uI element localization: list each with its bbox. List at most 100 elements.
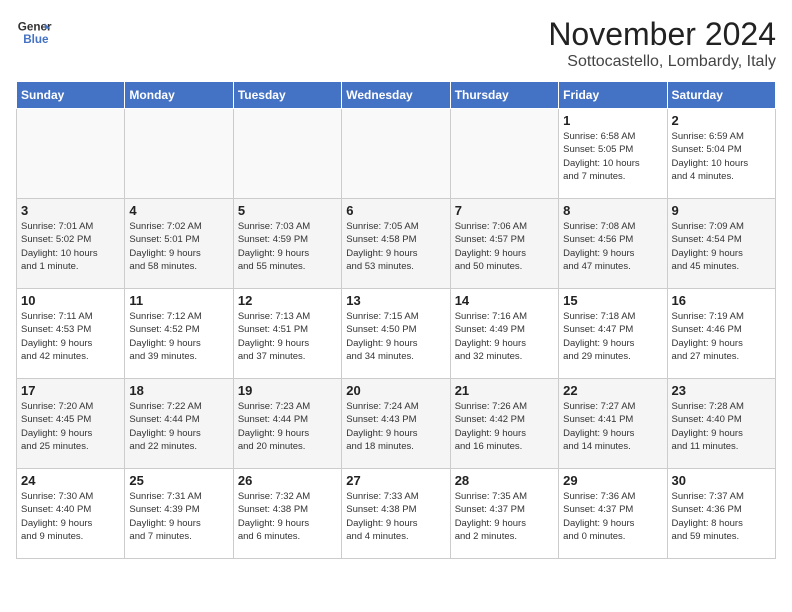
day-info: Sunrise: 7:23 AM Sunset: 4:44 PM Dayligh…: [238, 400, 337, 453]
day-number: 21: [455, 383, 554, 398]
day-info: Sunrise: 7:32 AM Sunset: 4:38 PM Dayligh…: [238, 490, 337, 543]
day-info: Sunrise: 7:02 AM Sunset: 5:01 PM Dayligh…: [129, 220, 228, 273]
calendar-cell: [233, 109, 341, 199]
day-info: Sunrise: 7:01 AM Sunset: 5:02 PM Dayligh…: [21, 220, 120, 273]
week-row-3: 17Sunrise: 7:20 AM Sunset: 4:45 PM Dayli…: [17, 379, 776, 469]
calendar-cell: 4 Sunrise: 7:02 AM Sunset: 5:01 PM Daylig…: [125, 199, 233, 289]
svg-text:Blue: Blue: [23, 33, 49, 46]
day-number: 29: [563, 473, 662, 488]
day-number: 5: [238, 203, 337, 218]
header: General Blue November 2024 Sottocastello…: [16, 16, 776, 71]
calendar-cell: [125, 109, 233, 199]
logo-icon: General Blue: [16, 16, 52, 52]
day-number: 20: [346, 383, 445, 398]
calendar-cell: 11 Sunrise: 7:12 AM Sunset: 4:52 PM Dayli…: [125, 289, 233, 379]
day-number: 8: [563, 203, 662, 218]
day-number: 10: [21, 293, 120, 308]
calendar-cell: 24Sunrise: 7:30 AM Sunset: 4:40 PM Dayli…: [17, 469, 125, 559]
day-info: Sunrise: 7:37 AM Sunset: 4:36 PM Dayligh…: [672, 490, 771, 543]
col-header-tuesday: Tuesday: [233, 82, 341, 109]
calendar-cell: 13 Sunrise: 7:15 AM Sunset: 4:50 PM Dayli…: [342, 289, 450, 379]
day-number: 13: [346, 293, 445, 308]
day-info: Sunrise: 7:33 AM Sunset: 4:38 PM Dayligh…: [346, 490, 445, 543]
day-number: 15: [563, 293, 662, 308]
day-number: 9: [672, 203, 771, 218]
day-info: Sunrise: 7:27 AM Sunset: 4:41 PM Dayligh…: [563, 400, 662, 453]
day-number: 4: [129, 203, 228, 218]
calendar-cell: 30 Sunrise: 7:37 AM Sunset: 4:36 PM Dayli…: [667, 469, 775, 559]
day-number: 2: [672, 113, 771, 128]
calendar-cell: [450, 109, 558, 199]
day-info: Sunrise: 7:18 AM Sunset: 4:47 PM Dayligh…: [563, 310, 662, 363]
calendar-cell: 17Sunrise: 7:20 AM Sunset: 4:45 PM Dayli…: [17, 379, 125, 469]
calendar-cell: 28Sunrise: 7:35 AM Sunset: 4:37 PM Dayli…: [450, 469, 558, 559]
calendar-cell: 19 Sunrise: 7:23 AM Sunset: 4:44 PM Dayli…: [233, 379, 341, 469]
calendar-cell: 1 Sunrise: 6:58 AM Sunset: 5:05 PM Daylig…: [559, 109, 667, 199]
day-number: 27: [346, 473, 445, 488]
calendar-cell: 5 Sunrise: 7:03 AM Sunset: 4:59 PM Daylig…: [233, 199, 341, 289]
day-number: 16: [672, 293, 771, 308]
day-number: 30: [672, 473, 771, 488]
calendar-cell: 6 Sunrise: 7:05 AM Sunset: 4:58 PM Daylig…: [342, 199, 450, 289]
day-info: Sunrise: 7:16 AM Sunset: 4:49 PM Dayligh…: [455, 310, 554, 363]
calendar-cell: 3 Sunrise: 7:01 AM Sunset: 5:02 PM Daylig…: [17, 199, 125, 289]
week-row-4: 24Sunrise: 7:30 AM Sunset: 4:40 PM Dayli…: [17, 469, 776, 559]
day-number: 18: [129, 383, 228, 398]
day-info: Sunrise: 7:35 AM Sunset: 4:37 PM Dayligh…: [455, 490, 554, 543]
calendar-cell: 20 Sunrise: 7:24 AM Sunset: 4:43 PM Dayli…: [342, 379, 450, 469]
day-info: Sunrise: 7:28 AM Sunset: 4:40 PM Dayligh…: [672, 400, 771, 453]
calendar-table: SundayMondayTuesdayWednesdayThursdayFrid…: [16, 81, 776, 559]
day-info: Sunrise: 7:30 AM Sunset: 4:40 PM Dayligh…: [21, 490, 120, 543]
day-info: Sunrise: 7:24 AM Sunset: 4:43 PM Dayligh…: [346, 400, 445, 453]
day-info: Sunrise: 7:03 AM Sunset: 4:59 PM Dayligh…: [238, 220, 337, 273]
calendar-cell: 2 Sunrise: 6:59 AM Sunset: 5:04 PM Daylig…: [667, 109, 775, 199]
calendar-cell: 29Sunrise: 7:36 AM Sunset: 4:37 PM Dayli…: [559, 469, 667, 559]
day-number: 26: [238, 473, 337, 488]
day-number: 19: [238, 383, 337, 398]
day-info: Sunrise: 7:06 AM Sunset: 4:57 PM Dayligh…: [455, 220, 554, 273]
calendar-cell: 22Sunrise: 7:27 AM Sunset: 4:41 PM Dayli…: [559, 379, 667, 469]
day-info: Sunrise: 7:08 AM Sunset: 4:56 PM Dayligh…: [563, 220, 662, 273]
header-row: SundayMondayTuesdayWednesdayThursdayFrid…: [17, 82, 776, 109]
col-header-saturday: Saturday: [667, 82, 775, 109]
day-number: 3: [21, 203, 120, 218]
day-number: 11: [129, 293, 228, 308]
logo: General Blue: [16, 16, 52, 52]
calendar-cell: 21Sunrise: 7:26 AM Sunset: 4:42 PM Dayli…: [450, 379, 558, 469]
day-info: Sunrise: 7:05 AM Sunset: 4:58 PM Dayligh…: [346, 220, 445, 273]
day-info: Sunrise: 6:58 AM Sunset: 5:05 PM Dayligh…: [563, 130, 662, 183]
day-number: 25: [129, 473, 228, 488]
day-number: 1: [563, 113, 662, 128]
day-number: 14: [455, 293, 554, 308]
calendar-cell: 14 Sunrise: 7:16 AM Sunset: 4:49 PM Dayli…: [450, 289, 558, 379]
day-number: 23: [672, 383, 771, 398]
week-row-2: 10Sunrise: 7:11 AM Sunset: 4:53 PM Dayli…: [17, 289, 776, 379]
day-info: Sunrise: 7:09 AM Sunset: 4:54 PM Dayligh…: [672, 220, 771, 273]
day-number: 6: [346, 203, 445, 218]
day-info: Sunrise: 7:31 AM Sunset: 4:39 PM Dayligh…: [129, 490, 228, 543]
day-info: Sunrise: 7:12 AM Sunset: 4:52 PM Dayligh…: [129, 310, 228, 363]
col-header-sunday: Sunday: [17, 82, 125, 109]
day-info: Sunrise: 6:59 AM Sunset: 5:04 PM Dayligh…: [672, 130, 771, 183]
day-info: Sunrise: 7:20 AM Sunset: 4:45 PM Dayligh…: [21, 400, 120, 453]
col-header-monday: Monday: [125, 82, 233, 109]
calendar-cell: 27 Sunrise: 7:33 AM Sunset: 4:38 PM Dayli…: [342, 469, 450, 559]
calendar-cell: 10Sunrise: 7:11 AM Sunset: 4:53 PM Dayli…: [17, 289, 125, 379]
week-row-1: 3 Sunrise: 7:01 AM Sunset: 5:02 PM Daylig…: [17, 199, 776, 289]
col-header-wednesday: Wednesday: [342, 82, 450, 109]
calendar-cell: 15 Sunrise: 7:18 AM Sunset: 4:47 PM Dayli…: [559, 289, 667, 379]
calendar-cell: 9 Sunrise: 7:09 AM Sunset: 4:54 PM Daylig…: [667, 199, 775, 289]
calendar-cell: [17, 109, 125, 199]
day-number: 7: [455, 203, 554, 218]
calendar-cell: [342, 109, 450, 199]
day-info: Sunrise: 7:15 AM Sunset: 4:50 PM Dayligh…: [346, 310, 445, 363]
col-header-thursday: Thursday: [450, 82, 558, 109]
calendar-cell: 23 Sunrise: 7:28 AM Sunset: 4:40 PM Dayli…: [667, 379, 775, 469]
title-area: November 2024 Sottocastello, Lombardy, I…: [548, 16, 776, 71]
calendar-cell: 8 Sunrise: 7:08 AM Sunset: 4:56 PM Daylig…: [559, 199, 667, 289]
calendar-cell: 12Sunrise: 7:13 AM Sunset: 4:51 PM Dayli…: [233, 289, 341, 379]
day-info: Sunrise: 7:22 AM Sunset: 4:44 PM Dayligh…: [129, 400, 228, 453]
calendar-cell: 16Sunrise: 7:19 AM Sunset: 4:46 PM Dayli…: [667, 289, 775, 379]
day-info: Sunrise: 7:13 AM Sunset: 4:51 PM Dayligh…: [238, 310, 337, 363]
calendar-cell: 18 Sunrise: 7:22 AM Sunset: 4:44 PM Dayli…: [125, 379, 233, 469]
